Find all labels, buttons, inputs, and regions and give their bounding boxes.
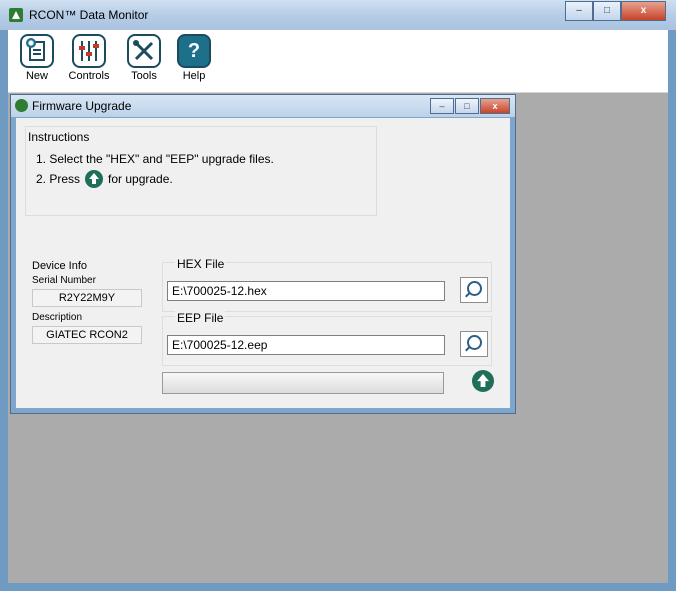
firmware-upgrade-titlebar[interactable]: Firmware Upgrade – □ x [11, 95, 515, 117]
sliders-icon [72, 34, 106, 68]
hex-file-group: HEX File [162, 257, 492, 312]
app-titlebar[interactable]: RCON™ Data Monitor – □ x [0, 0, 676, 30]
new-document-icon [20, 34, 54, 68]
eep-browse-button[interactable] [460, 331, 488, 357]
close-button[interactable]: x [621, 1, 666, 21]
maximize-button[interactable]: □ [593, 1, 621, 21]
toolbar-tools-label: Tools [131, 70, 157, 82]
app-icon [9, 8, 23, 22]
description-label: Description [32, 312, 83, 323]
hex-file-input[interactable] [167, 281, 445, 301]
dialog-maximize-button[interactable]: □ [455, 98, 479, 114]
toolbar: New Controls Tools ? Help [8, 30, 668, 93]
dialog-title: Firmware Upgrade [32, 99, 132, 113]
eep-file-group: EEP File [162, 311, 492, 366]
device-info-box: Device Info Serial Number R2Y22M9Y Descr… [28, 258, 156, 368]
instruction-step-2-suffix: for upgrade. [108, 172, 173, 186]
eep-file-input[interactable] [167, 335, 445, 355]
app-title: RCON™ Data Monitor [29, 8, 149, 22]
description-value: GIATEC RCON2 [32, 326, 142, 344]
upgrade-progress-bar [162, 372, 444, 394]
firmware-upgrade-window: Firmware Upgrade – □ x Instructions 1. S… [10, 94, 516, 414]
instruction-step-2: 2. Press for upgrade. [36, 170, 173, 188]
tools-icon [127, 34, 161, 68]
hex-file-label: HEX File [175, 257, 227, 271]
toolbar-new-label: New [25, 70, 48, 82]
toolbar-tools[interactable]: Tools [121, 34, 167, 82]
hex-browse-button[interactable] [460, 277, 488, 303]
toolbar-controls-label: Controls [68, 70, 110, 82]
instruction-step-2-prefix: 2. Press [36, 172, 81, 186]
dialog-body: Instructions 1. Select the "HEX" and "EE… [16, 118, 510, 408]
toolbar-new[interactable]: New [14, 34, 60, 82]
upgrade-window-icon [15, 99, 28, 112]
serial-number-value: R2Y22M9Y [32, 289, 142, 307]
minimize-button[interactable]: – [565, 1, 593, 21]
eep-file-label: EEP File [175, 311, 226, 325]
dialog-close-button[interactable]: x [480, 98, 510, 114]
upgrade-arrow-icon [85, 170, 104, 188]
toolbar-help[interactable]: ? Help [171, 34, 217, 82]
app-window: RCON™ Data Monitor – □ x New Controls To… [0, 0, 676, 591]
serial-number-label: Serial Number [32, 275, 96, 286]
toolbar-controls[interactable]: Controls [66, 34, 112, 82]
toolbar-help-label: Help [182, 70, 206, 82]
dialog-minimize-button[interactable]: – [430, 98, 454, 114]
instruction-step-1: 1. Select the "HEX" and "EEP" upgrade fi… [36, 152, 274, 166]
help-icon: ? [177, 34, 211, 68]
instructions-title: Instructions [28, 130, 90, 144]
upgrade-button[interactable] [472, 370, 494, 392]
device-info-title: Device Info [32, 260, 88, 272]
dialog-controls: – □ x [429, 98, 510, 114]
window-controls: – □ x [565, 1, 666, 21]
